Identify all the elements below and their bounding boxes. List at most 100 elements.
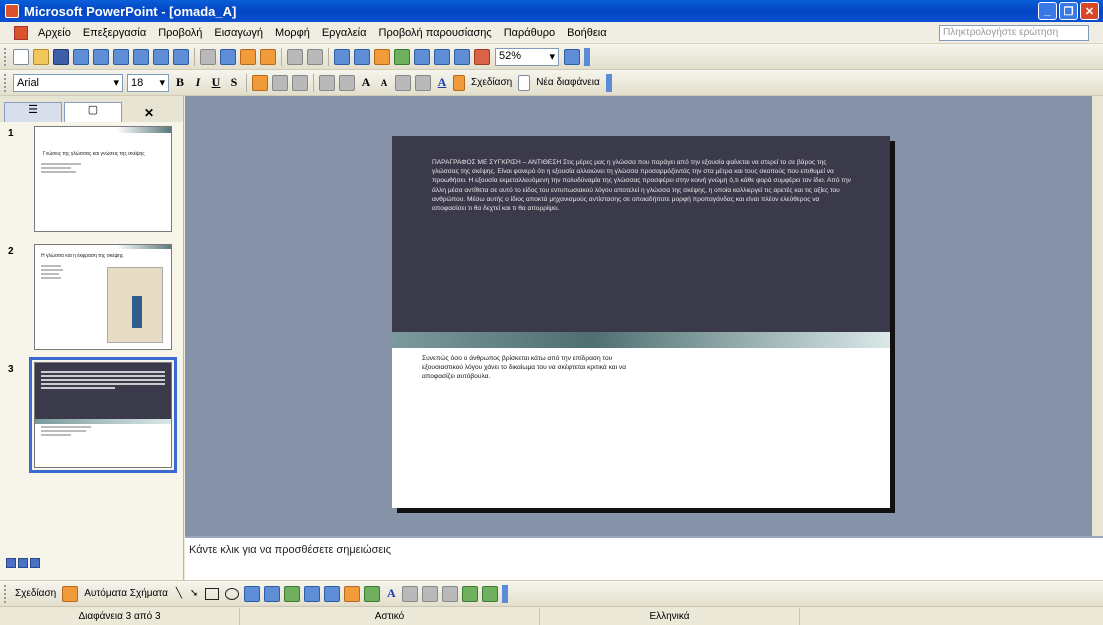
toolbar-options-icon[interactable]	[584, 47, 590, 66]
insert-picture-icon[interactable]	[324, 585, 341, 602]
tab-outline[interactable]: ☰	[4, 102, 62, 122]
slide-body-text-bottom[interactable]: Συνεπώς όσο ο άνθρωπος βρίσκεται κάτω απ…	[422, 354, 642, 381]
menu-help[interactable]: Βοήθεια	[561, 27, 612, 39]
show-formatting-icon[interactable]	[434, 48, 450, 65]
redo-icon[interactable]	[307, 48, 323, 65]
bullets-icon[interactable]	[339, 74, 355, 91]
shadow-style-icon[interactable]	[462, 585, 479, 602]
expand-all-icon[interactable]	[414, 48, 430, 65]
show-grid-icon[interactable]	[454, 48, 470, 65]
underline-button[interactable]: U	[207, 75, 225, 90]
menu-slideshow[interactable]: Προβολή παρουσίασης	[373, 27, 498, 39]
shadow-button[interactable]: S	[225, 75, 243, 90]
toolbar-grip[interactable]	[4, 73, 7, 92]
line-style-icon[interactable]	[402, 585, 419, 602]
copy-icon[interactable]	[220, 48, 236, 65]
cut-icon[interactable]	[200, 48, 216, 65]
menu-edit[interactable]: Επεξεργασία	[77, 27, 152, 39]
print-icon[interactable]	[113, 48, 129, 65]
select-objects-icon[interactable]	[62, 585, 79, 602]
new-icon[interactable]	[13, 48, 29, 65]
minimize-button[interactable]: _	[1038, 2, 1057, 20]
close-pane-icon[interactable]: ✕	[144, 106, 154, 122]
diagram-icon[interactable]	[284, 585, 301, 602]
open-icon[interactable]	[33, 48, 49, 65]
new-slide-icon[interactable]	[518, 74, 531, 91]
increase-indent-icon[interactable]	[415, 74, 431, 91]
line-icon[interactable]: ╲	[176, 588, 182, 599]
slide-sorter-view-icon[interactable]	[18, 558, 28, 568]
permission-icon[interactable]	[73, 48, 89, 65]
dash-style-icon[interactable]	[422, 585, 439, 602]
menu-format[interactable]: Μορφή	[269, 27, 316, 39]
toolbar-grip[interactable]	[4, 47, 7, 66]
insert-hyperlink-icon[interactable]	[394, 48, 410, 65]
wordart-icon[interactable]	[264, 585, 281, 602]
document-icon[interactable]	[14, 25, 28, 40]
restore-button[interactable]: ❐	[1059, 2, 1078, 20]
insert-table-icon[interactable]	[354, 48, 370, 65]
new-slide-button[interactable]: Νέα διαφάνεια	[536, 77, 600, 88]
toolbar-options-icon[interactable]	[605, 73, 612, 92]
arrow-icon[interactable]: ➘	[190, 588, 198, 599]
zoom-select[interactable]: 52% ▾	[495, 47, 559, 66]
paste-icon[interactable]	[240, 48, 256, 65]
align-center-icon[interactable]	[272, 74, 288, 91]
current-slide[interactable]: ΠΑΡΑΓΡΑΦΟΣ ΜΕ ΣΥΓΚΡΙΣΗ – ΑΝΤΙΘΕΣΗ Στις μ…	[392, 136, 890, 508]
line-color-icon[interactable]	[364, 585, 381, 602]
email-icon[interactable]	[93, 48, 109, 65]
research-icon[interactable]	[173, 48, 189, 65]
font-select[interactable]: Arial ▾	[13, 73, 123, 92]
slide-body-text-top[interactable]: ΠΑΡΑΓΡΑΦΟΣ ΜΕ ΣΥΓΚΡΙΣΗ – ΑΝΤΙΘΕΣΗ Στις μ…	[432, 158, 852, 213]
undo-icon[interactable]	[287, 48, 303, 65]
tables-borders-icon[interactable]	[374, 48, 390, 65]
decrease-font-button[interactable]: A	[375, 78, 393, 88]
oval-icon[interactable]	[225, 587, 240, 600]
rectangle-icon[interactable]	[205, 587, 220, 600]
spelling-icon[interactable]	[153, 48, 169, 65]
font-color-button[interactable]: A	[433, 75, 451, 90]
italic-button[interactable]: I	[189, 75, 207, 90]
arrow-style-icon[interactable]	[442, 585, 459, 602]
slide-thumbnail-1[interactable]: Γνώσεις της γλώσσας και γνώσεις της σκέψ…	[34, 126, 172, 232]
tab-slides[interactable]: ▢	[64, 102, 122, 122]
slide-thumbnail-3[interactable]	[29, 357, 177, 473]
menu-tools[interactable]: Εργαλεία	[316, 27, 373, 39]
notes-pane[interactable]: Κάντε κλικ για να προσθέσετε σημειώσεις	[185, 536, 1103, 580]
help-icon[interactable]	[564, 48, 580, 65]
close-button[interactable]: ✕	[1080, 2, 1099, 20]
autoshapes-button[interactable]: Αυτόματα Σχήματα	[84, 588, 168, 599]
slide-thumbnail-2[interactable]: Η γλώσσα και η έκφραση της σκέψης	[34, 244, 172, 350]
menu-insert[interactable]: Εισαγωγή	[208, 27, 269, 39]
toolbar-grip[interactable]	[4, 584, 7, 603]
format-painter-icon[interactable]	[260, 48, 276, 65]
textbox-icon[interactable]	[244, 585, 261, 602]
font-color-icon[interactable]: A	[382, 586, 400, 601]
color-grayscale-icon[interactable]	[474, 48, 490, 65]
design-button[interactable]: Σχεδίαση	[471, 77, 512, 88]
drawing-toolbar: Σχεδίαση Αυτόματα Σχήματα ╲ ➘ A	[0, 580, 1103, 606]
font-size-select[interactable]: 18 ▾	[127, 73, 169, 92]
decrease-indent-icon[interactable]	[395, 74, 411, 91]
3d-style-icon[interactable]	[482, 585, 499, 602]
fill-color-icon[interactable]	[344, 585, 361, 602]
design-icon[interactable]	[453, 74, 465, 91]
align-left-icon[interactable]	[252, 74, 268, 91]
print-preview-icon[interactable]	[133, 48, 149, 65]
menu-file[interactable]: Αρχείο	[32, 27, 77, 39]
vertical-scrollbar[interactable]	[1092, 96, 1103, 536]
clipart-icon[interactable]	[304, 585, 321, 602]
slideshow-view-icon[interactable]	[30, 558, 40, 568]
help-search-input[interactable]: Πληκτρολογήστε ερώτηση	[939, 25, 1089, 41]
increase-font-button[interactable]: A	[357, 75, 375, 90]
numbering-icon[interactable]	[319, 74, 335, 91]
menu-window[interactable]: Παράθυρο	[498, 27, 561, 39]
normal-view-icon[interactable]	[6, 558, 16, 568]
insert-chart-icon[interactable]	[334, 48, 350, 65]
menu-view[interactable]: Προβολή	[152, 27, 208, 39]
save-icon[interactable]	[53, 48, 69, 65]
align-right-icon[interactable]	[292, 74, 308, 91]
toolbar-options-icon[interactable]	[502, 584, 509, 603]
bold-button[interactable]: B	[171, 75, 189, 90]
draw-menu-button[interactable]: Σχεδίαση	[15, 588, 56, 599]
